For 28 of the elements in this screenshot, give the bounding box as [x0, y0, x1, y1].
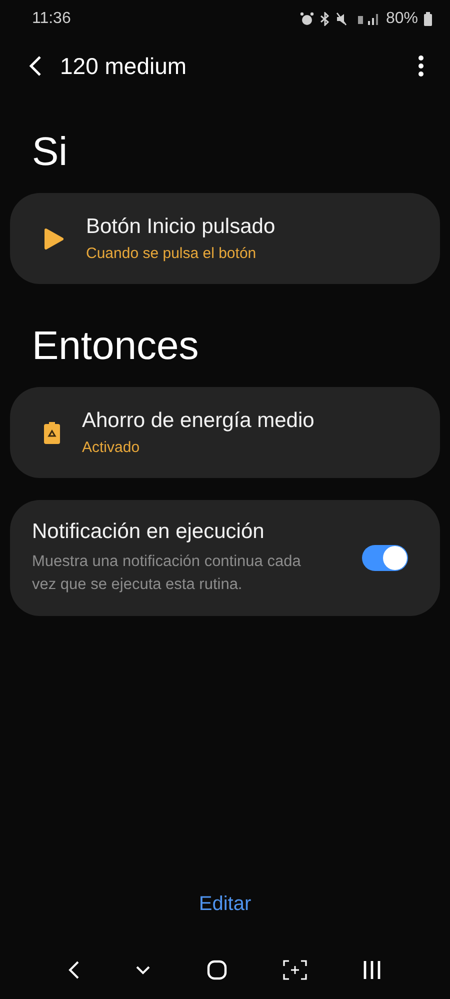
battery-saver-icon	[44, 422, 60, 444]
card-subtitle: Cuando se pulsa el botón	[86, 245, 258, 262]
back-button[interactable]	[68, 960, 80, 980]
card-subtitle: Activado	[82, 439, 141, 456]
page-title: 120 medium	[60, 52, 188, 80]
edit-button[interactable]: Editar	[192, 892, 258, 917]
play-icon	[44, 228, 64, 250]
setting-title: Notificación en ejecución	[32, 520, 266, 544]
card-title: Botón Inicio pulsado	[86, 215, 276, 239]
battery-icon	[424, 12, 432, 26]
signal-icon	[356, 12, 380, 26]
section-heading: Entonces	[31, 324, 200, 369]
chevron-down-icon[interactable]	[135, 965, 152, 975]
status-time: 11:36	[32, 10, 71, 28]
battery-percentage: 80%	[386, 10, 418, 28]
home-button[interactable]	[206, 960, 227, 980]
bluetooth-icon	[320, 12, 330, 26]
routine-card[interactable]: Botón Inicio pulsado Cuando se pulsa el botón	[10, 193, 440, 284]
toggle-switch[interactable]	[362, 545, 408, 571]
back-button[interactable]	[28, 55, 42, 77]
screen-capture-icon[interactable]	[282, 960, 307, 980]
routine-card[interactable]: Ahorro de energía medio Activado	[10, 387, 440, 478]
recent-apps-button[interactable]	[362, 961, 382, 979]
card-title: Ahorro de energía medio	[82, 409, 316, 433]
more-options-button[interactable]	[418, 55, 424, 77]
alarm-icon	[300, 12, 314, 26]
setting-description: Muestra una notificación continua cada vez que se ejecuta esta rutina.	[32, 552, 302, 595]
section-heading: Si	[31, 130, 69, 175]
